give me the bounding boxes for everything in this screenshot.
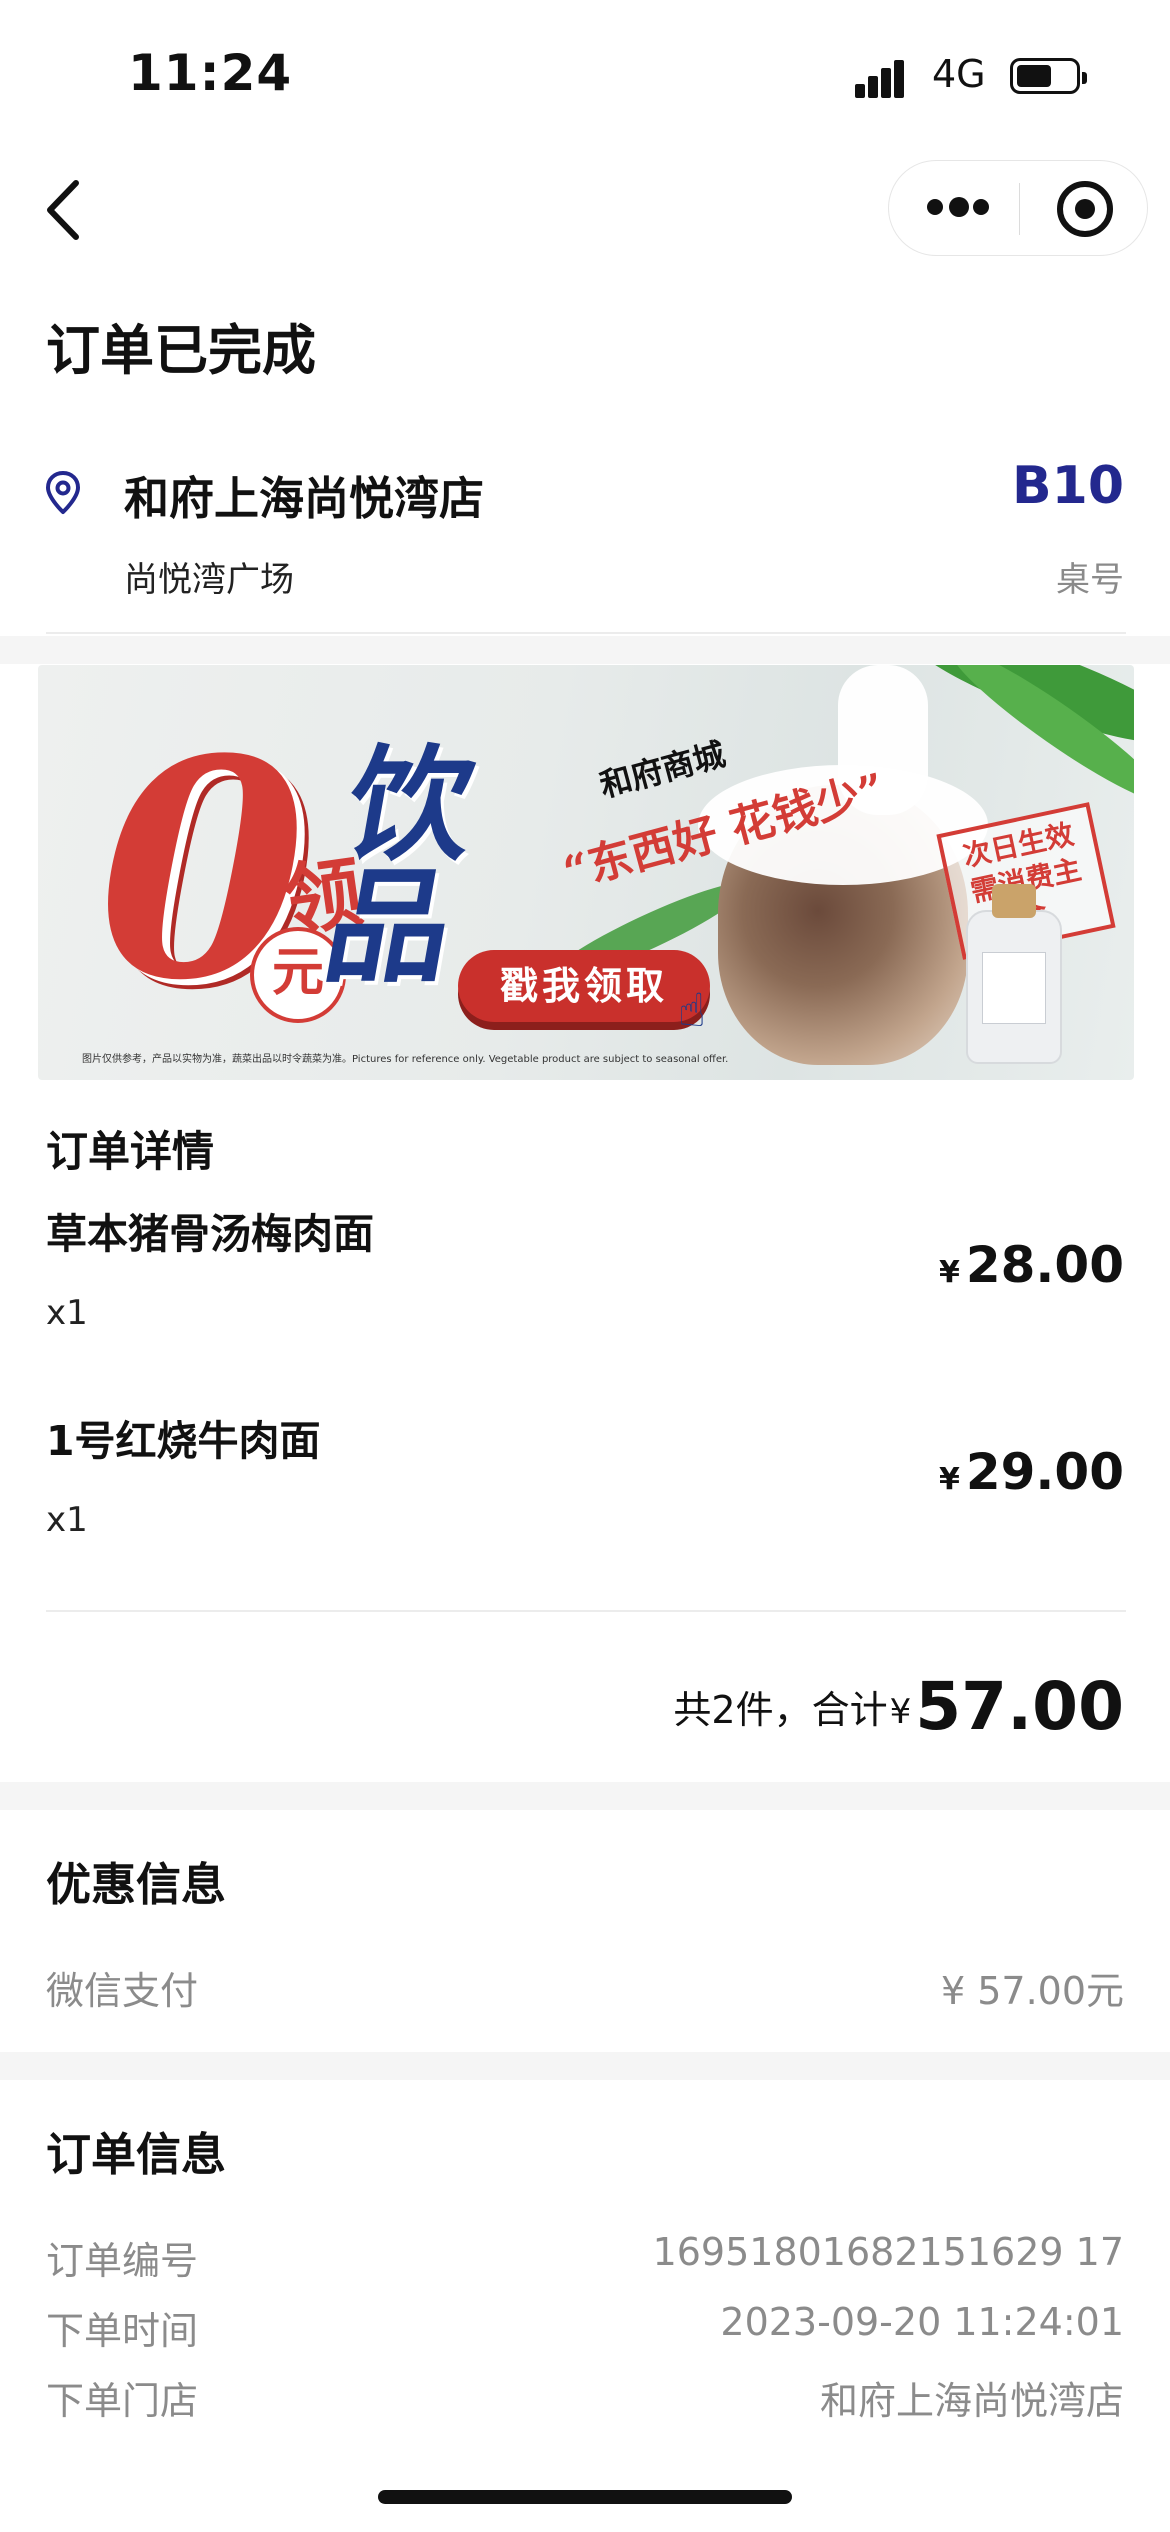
section-gap xyxy=(0,2052,1170,2080)
currency-symbol: ¥ xyxy=(938,1255,960,1290)
total-amount: 57.00 xyxy=(915,1668,1124,1745)
item-price: ¥29.00 xyxy=(939,1443,1124,1501)
divider xyxy=(46,632,1126,634)
page-title: 订单已完成 xyxy=(46,319,316,382)
currency-symbol: ¥ xyxy=(938,1462,960,1497)
status-time: 11:24 xyxy=(128,44,293,102)
currency-symbol: ¥ xyxy=(889,1692,912,1732)
signal-icon xyxy=(855,58,917,98)
total-prefix: 共2件，合计 xyxy=(673,1688,888,1732)
order-info-title: 订单信息 xyxy=(46,2128,227,2181)
order-number-label: 订单编号 xyxy=(46,2239,199,2283)
target-icon[interactable] xyxy=(1057,181,1113,237)
item-qty: x1 xyxy=(46,1293,88,1333)
payment-amount: ¥ 57.00元 xyxy=(940,1969,1124,2013)
location-pin-icon xyxy=(46,471,80,514)
item-name: 草本猪骨汤梅肉面 xyxy=(46,1210,374,1258)
bottle-image xyxy=(966,884,1062,1064)
item-price-value: 28.00 xyxy=(965,1236,1124,1294)
order-time-label: 下单时间 xyxy=(46,2309,199,2353)
promo-banner[interactable]: 0 领 元 饮品 和府商城 “东西好 花钱少” 次日生效需消费主食 戳我领取 ☝… xyxy=(38,665,1134,1080)
store-name: 和府上海尚悦湾店 xyxy=(124,472,485,525)
divider xyxy=(46,1610,1126,1612)
table-label: 桌号 xyxy=(1056,560,1124,600)
hand-cursor-icon: ☝ xyxy=(678,983,707,1037)
network-label: 4G xyxy=(932,52,986,96)
claim-button[interactable]: 戳我领取 xyxy=(458,950,710,1022)
item-price-value: 29.00 xyxy=(965,1443,1124,1501)
discount-title: 优惠信息 xyxy=(46,1858,227,1911)
store-area: 尚悦湾广场 xyxy=(124,560,294,600)
capsule-divider xyxy=(1019,183,1020,235)
section-gap xyxy=(0,1782,1170,1810)
order-store-label: 下单门店 xyxy=(46,2379,199,2423)
item-name: 1号红烧牛肉面 xyxy=(46,1417,321,1465)
home-indicator[interactable] xyxy=(378,2490,792,2504)
payment-method-label: 微信支付 xyxy=(46,1969,199,2013)
battery-icon xyxy=(1010,58,1087,94)
more-icon[interactable] xyxy=(927,196,989,222)
order-details-title: 订单详情 xyxy=(46,1127,215,1176)
order-number-value: 16951801682151629 17 xyxy=(652,2230,1124,2274)
table-number: B10 xyxy=(1012,456,1124,516)
banner-mall: 和府商城 xyxy=(595,735,730,805)
item-qty: x1 xyxy=(46,1500,88,1540)
banner-disclaimer: 图片仅供参考，产品以实物为准，蔬菜出品以时令蔬菜为准。Pictures for … xyxy=(82,1054,729,1065)
item-price: ¥28.00 xyxy=(939,1236,1124,1294)
back-chevron-icon[interactable] xyxy=(40,175,90,245)
section-gap xyxy=(0,636,1170,664)
order-total: 共2件，合计¥57.00 xyxy=(673,1668,1124,1745)
order-store-value: 和府上海尚悦湾店 xyxy=(819,2379,1124,2423)
mini-program-capsule xyxy=(888,160,1148,256)
order-time-value: 2023-09-20 11:24:01 xyxy=(720,2300,1124,2344)
